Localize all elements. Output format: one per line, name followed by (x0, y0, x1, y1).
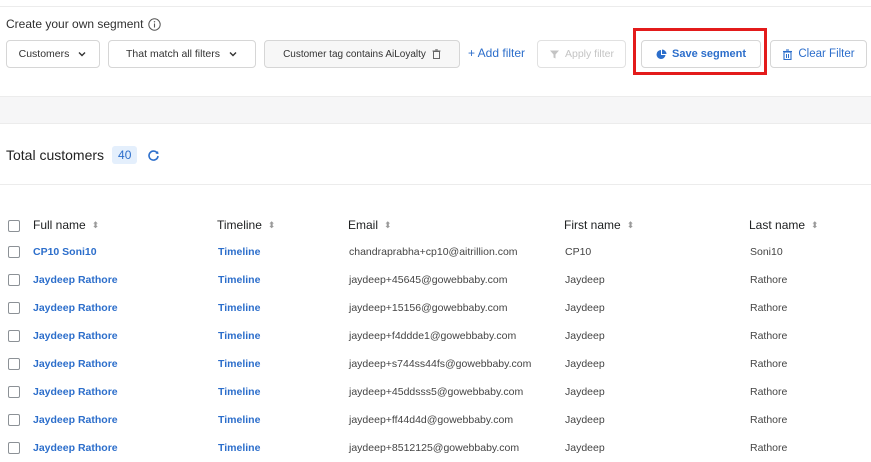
first-name-cell: Jaydeep (565, 386, 605, 398)
email-cell: chandraprabha+cp10@aitrillion.com (349, 246, 518, 258)
customer-name-link[interactable]: Jaydeep Rathore (33, 302, 118, 314)
timeline-link[interactable]: Timeline (218, 246, 260, 258)
column-header-label: Last name (749, 218, 806, 232)
last-name-cell: Rathore (750, 386, 788, 398)
timeline-link[interactable]: Timeline (218, 330, 260, 342)
row-checkbox[interactable] (8, 358, 20, 370)
row-checkbox[interactable] (8, 274, 20, 286)
clear-filter-label: Clear Filter (798, 48, 855, 60)
info-icon[interactable] (148, 17, 162, 31)
last-name-cell: Rathore (750, 274, 788, 286)
pie-chart-icon (656, 49, 667, 60)
column-header-first-name[interactable]: First name ⬍ (564, 218, 634, 232)
customer-name-link[interactable]: Jaydeep Rathore (33, 330, 118, 342)
last-name-cell: Rathore (750, 330, 788, 342)
top-divider (0, 6, 871, 7)
chevron-down-icon (77, 49, 87, 59)
save-segment-button[interactable]: Save segment (641, 40, 761, 68)
apply-filter-button[interactable]: Apply filter (537, 40, 626, 68)
filter-icon (549, 49, 560, 60)
first-name-cell: Jaydeep (565, 442, 605, 454)
column-header-label: Email (348, 218, 379, 232)
email-cell: jaydeep+15156@gowebbaby.com (349, 302, 508, 314)
customer-name-link[interactable]: Jaydeep Rathore (33, 386, 118, 398)
customer-name-link[interactable]: Jaydeep Rathore (33, 442, 118, 454)
email-cell: jaydeep+45ddsss5@gowebbaby.com (349, 386, 524, 398)
sort-icon: ⬍ (267, 219, 276, 230)
first-name-cell: Jaydeep (565, 274, 605, 286)
add-filter-button[interactable]: + Add filter (468, 46, 525, 60)
refresh-icon[interactable] (147, 149, 160, 162)
chevron-down-icon (228, 49, 238, 59)
column-header-label: Full name (33, 218, 86, 232)
email-cell: jaydeep+45645@gowebbaby.com (349, 274, 508, 286)
row-checkbox[interactable] (8, 414, 20, 426)
customers-select-label: Customers (18, 48, 70, 60)
row-checkbox[interactable] (8, 442, 20, 454)
filter-chip-label: Customer tag contains AiLoyalty (283, 48, 426, 60)
trash-icon (782, 48, 793, 60)
column-header-email[interactable]: Email ⬍ (348, 218, 392, 232)
customer-name-link[interactable]: CP10 Soni10 (33, 246, 97, 258)
customer-name-link[interactable]: Jaydeep Rathore (33, 414, 118, 426)
first-name-cell: Jaydeep (565, 414, 605, 426)
first-name-cell: Jaydeep (565, 358, 605, 370)
timeline-link[interactable]: Timeline (218, 274, 260, 286)
last-name-cell: Soni10 (750, 246, 783, 258)
column-header-full-name[interactable]: Full name ⬍ (33, 218, 99, 232)
timeline-link[interactable]: Timeline (218, 414, 260, 426)
match-select-label: That match all filters (126, 48, 220, 60)
toolbar-band (0, 96, 871, 124)
clear-filter-button[interactable]: Clear Filter (770, 40, 867, 68)
sort-icon: ⬍ (384, 219, 392, 230)
customer-name-link[interactable]: Jaydeep Rathore (33, 274, 118, 286)
sort-icon: ⬍ (811, 219, 819, 230)
filter-chip[interactable]: Customer tag contains AiLoyalty (264, 40, 460, 68)
trash-icon[interactable] (432, 49, 441, 59)
timeline-link[interactable]: Timeline (218, 386, 260, 398)
match-select[interactable]: That match all filters (108, 40, 256, 68)
sort-icon: ⬍ (626, 219, 635, 230)
email-cell: jaydeep+8512125@gowebbaby.com (349, 442, 520, 454)
email-cell: jaydeep+ff44d4d@gowebbaby.com (349, 414, 514, 426)
segment-header: Create your own segment (6, 17, 162, 31)
total-customers-label: Total customers (6, 147, 105, 163)
row-checkbox[interactable] (8, 246, 20, 258)
first-name-cell: Jaydeep (565, 302, 605, 314)
total-customers-count: 40 (112, 146, 138, 164)
last-name-cell: Rathore (750, 302, 788, 314)
sort-icon: ⬍ (91, 219, 100, 230)
last-name-cell: Rathore (750, 358, 788, 370)
column-header-last-name[interactable]: Last name ⬍ (749, 218, 819, 232)
first-name-cell: CP10 (565, 246, 592, 258)
timeline-link[interactable]: Timeline (218, 302, 260, 314)
last-name-cell: Rathore (750, 442, 788, 454)
save-segment-label: Save segment (672, 48, 746, 60)
email-cell: jaydeep+f4ddde1@gowebbaby.com (349, 330, 517, 342)
apply-filter-label: Apply filter (564, 48, 615, 60)
column-header-timeline[interactable]: Timeline ⬍ (217, 218, 275, 232)
total-customers: Total customers 40 (6, 146, 160, 164)
select-all-checkbox[interactable] (8, 220, 20, 232)
column-header-label: First name (564, 218, 621, 232)
row-checkbox[interactable] (8, 386, 20, 398)
customers-select[interactable]: Customers (6, 40, 100, 68)
timeline-link[interactable]: Timeline (218, 442, 260, 454)
email-cell: jaydeep+s744ss44fs@gowebbaby.com (349, 358, 532, 370)
customer-name-link[interactable]: Jaydeep Rathore (33, 358, 118, 370)
first-name-cell: Jaydeep (565, 330, 605, 342)
timeline-link[interactable]: Timeline (218, 358, 260, 370)
segment-title: Create your own segment (6, 17, 144, 31)
last-name-cell: Rathore (750, 414, 788, 426)
row-checkbox[interactable] (8, 302, 20, 314)
divider (0, 184, 871, 185)
column-header-label: Timeline (217, 218, 262, 232)
row-checkbox[interactable] (8, 330, 20, 342)
